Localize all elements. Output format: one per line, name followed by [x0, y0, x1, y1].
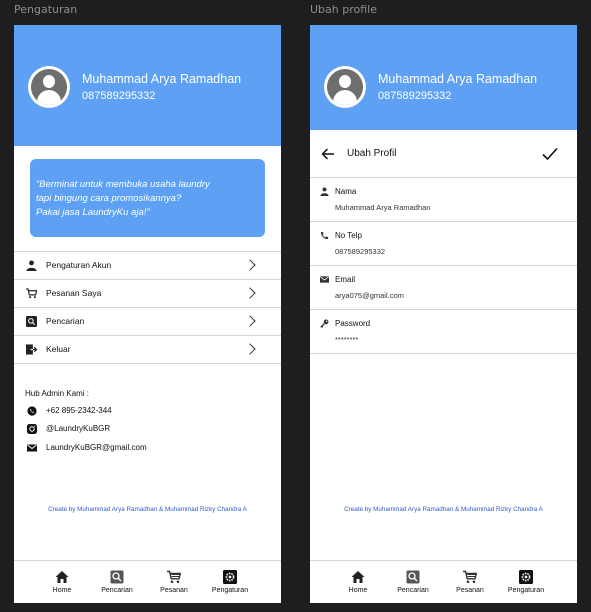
field-password[interactable]: Password ********	[310, 310, 577, 354]
edit-title: Ubah Profil	[347, 148, 397, 159]
key-icon	[320, 319, 329, 328]
profile-name: Muhammad Arya Ramadhan	[378, 72, 538, 86]
gear-icon	[223, 570, 237, 584]
nav-label: Home	[348, 587, 368, 594]
menu-item-keluar[interactable]: Keluar	[14, 336, 281, 364]
person-icon	[26, 260, 37, 271]
nav-label: Pesanan	[456, 587, 484, 594]
credit-text: Create by Muhammad Arya Ramadhan & Muham…	[344, 506, 543, 513]
frame-label-ubah-profile: Ubah profile	[310, 3, 377, 16]
field-value: ********	[335, 335, 359, 344]
home-icon	[351, 571, 365, 583]
contact-text: +62 895-2342-344	[46, 406, 112, 415]
edit-appbar: Ubah Profil	[310, 130, 577, 178]
search-icon	[406, 570, 420, 584]
field-value: Muhammad Arya Ramadhan	[335, 203, 431, 212]
field-value: arya075@gmail.com	[335, 291, 404, 300]
instagram-icon	[27, 424, 37, 434]
menu-item-pesanan-saya[interactable]: Pesanan Saya	[14, 280, 281, 308]
search-icon	[110, 570, 124, 584]
menu-label: Keluar	[46, 344, 71, 354]
settings-menu: Pengaturan Akun Pesanan Saya Pencarian K…	[14, 251, 281, 364]
avatar-person-icon	[327, 69, 363, 105]
contact-text: LaundryKuBGR@gmail.com	[46, 443, 147, 452]
field-no-telp[interactable]: No Telp 087589295332	[310, 222, 577, 266]
search-icon	[26, 316, 37, 327]
profile-phone: 087589295332	[378, 90, 452, 102]
field-label: No Telp	[335, 231, 362, 240]
profile-header: Muhammad Arya Ramadhan 087589295332	[310, 25, 577, 146]
check-icon[interactable]	[542, 147, 558, 161]
nav-label: Pencarian	[397, 587, 429, 594]
nav-pencarian[interactable]: Pencarian	[92, 570, 142, 594]
profile-header: Muhammad Arya Ramadhan 087589295332	[14, 25, 281, 146]
field-label: Nama	[335, 187, 357, 196]
bottom-nav: Home Pencarian Pesanan Pengaturan	[14, 560, 281, 603]
gear-icon	[519, 570, 533, 584]
credit-text: Create by Muhammad Arya Ramadhan & Muham…	[48, 506, 247, 513]
menu-item-pengaturan-akun[interactable]: Pengaturan Akun	[14, 252, 281, 280]
promo-line: tapi bingung cara promosikannya?	[36, 193, 182, 204]
promo-text: “Berminat untuk membuka usaha laundry ta…	[36, 178, 251, 220]
field-label: Email	[335, 275, 356, 284]
menu-label: Pengaturan Akun	[46, 260, 112, 270]
phone-icon	[320, 231, 329, 240]
contact-title: Hub Admin Kami :	[25, 389, 90, 398]
bottom-nav: Home Pencarian Pesanan Pengaturan	[310, 560, 577, 603]
field-label: Password	[335, 319, 371, 328]
chevron-right-icon	[244, 287, 256, 299]
promo-line: Pakai jasa LaundryKu aja!”	[36, 207, 150, 218]
menu-label: Pesanan Saya	[46, 288, 102, 298]
avatar	[28, 66, 70, 108]
nav-label: Pencarian	[101, 587, 133, 594]
nav-label: Pesanan	[160, 587, 188, 594]
nav-pengaturan[interactable]: Pengaturan	[205, 570, 255, 594]
profile-phone: 087589295332	[82, 90, 156, 102]
field-email[interactable]: Email arya075@gmail.com	[310, 266, 577, 310]
settings-screen: Muhammad Arya Ramadhan 087589295332 “Ber…	[14, 25, 281, 603]
field-value: 087589295332	[335, 247, 386, 256]
mail-icon	[27, 444, 37, 452]
contact-text: @LaundryKuBGR	[46, 424, 111, 433]
nav-pesanan[interactable]: Pesanan	[149, 570, 199, 594]
logout-icon	[26, 344, 37, 355]
nav-pengaturan[interactable]: Pengaturan	[501, 570, 551, 594]
nav-pencarian[interactable]: Pencarian	[388, 570, 438, 594]
cart-icon	[167, 570, 181, 584]
cart-icon	[26, 288, 37, 299]
chevron-right-icon	[244, 259, 256, 271]
nav-pesanan[interactable]: Pesanan	[445, 570, 495, 594]
promo-line: “Berminat untuk membuka usaha laundry	[36, 179, 210, 190]
menu-item-pencarian[interactable]: Pencarian	[14, 308, 281, 336]
nav-home[interactable]: Home	[333, 570, 383, 594]
avatar	[324, 66, 366, 108]
field-nama[interactable]: Nama Muhammad Arya Ramadhan	[310, 178, 577, 222]
nav-label: Pengaturan	[507, 587, 545, 594]
nav-label: Home	[52, 587, 72, 594]
menu-label: Pencarian	[46, 316, 85, 326]
cart-icon	[463, 570, 477, 584]
frame-label-pengaturan: Pengaturan	[14, 3, 78, 16]
edit-profile-screen: Muhammad Arya Ramadhan 087589295332 Ubah…	[310, 25, 577, 603]
avatar-person-icon	[31, 69, 67, 105]
nav-home[interactable]: Home	[37, 570, 87, 594]
profile-name: Muhammad Arya Ramadhan	[82, 72, 242, 86]
person-icon	[320, 187, 329, 196]
whatsapp-icon	[27, 406, 37, 416]
chevron-right-icon	[244, 343, 256, 355]
back-arrow-icon[interactable]	[321, 147, 335, 161]
chevron-right-icon	[244, 315, 256, 327]
mail-icon	[320, 276, 329, 283]
home-icon	[55, 571, 69, 583]
nav-label: Pengaturan	[211, 587, 249, 594]
